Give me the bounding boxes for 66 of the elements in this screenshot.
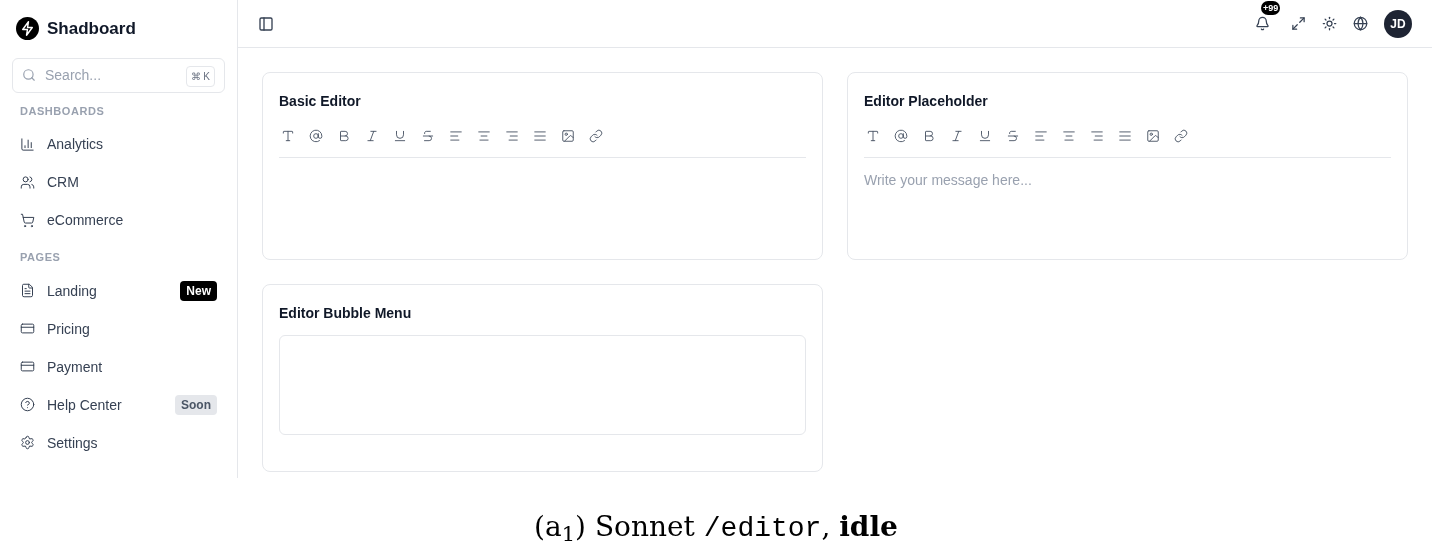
card-title: Editor Placeholder bbox=[864, 92, 989, 111]
placeholder-text: Write your message here... bbox=[864, 172, 1032, 188]
strikethrough-icon bbox=[421, 129, 435, 143]
link-button[interactable] bbox=[587, 127, 605, 145]
users-icon bbox=[20, 174, 35, 190]
at-sign-icon bbox=[894, 129, 908, 143]
align-center-icon bbox=[477, 129, 491, 143]
align-justify-icon bbox=[1118, 129, 1132, 143]
nav-item[interactable]: Analytics bbox=[12, 125, 225, 163]
settings-icon bbox=[20, 435, 35, 450]
align-right-icon bbox=[505, 129, 519, 143]
align-right-icon bbox=[1090, 129, 1104, 143]
card-icon bbox=[20, 359, 35, 374]
nav-item[interactable]: Pricing bbox=[12, 309, 225, 348]
search-icon bbox=[22, 67, 36, 82]
card-title: Basic Editor bbox=[279, 92, 362, 111]
section-title: DASHBOARDS bbox=[19, 103, 106, 119]
nav-item[interactable]: eCommerce bbox=[12, 201, 225, 239]
italic-icon bbox=[950, 129, 964, 143]
brand-name: Shadboard bbox=[47, 18, 136, 40]
bold-icon bbox=[922, 129, 936, 143]
section-title: PAGES bbox=[19, 250, 62, 265]
document-icon bbox=[20, 283, 35, 298]
align-justify-icon bbox=[533, 129, 547, 143]
image-button[interactable] bbox=[559, 127, 577, 145]
align-left-icon bbox=[1034, 129, 1048, 143]
shortcut-hint: ⌘ K bbox=[185, 65, 215, 87]
fullscreen-button[interactable] bbox=[1291, 16, 1306, 31]
link-icon bbox=[589, 129, 603, 143]
language-button[interactable] bbox=[1353, 16, 1368, 31]
image-icon bbox=[561, 129, 575, 143]
badge: New bbox=[180, 280, 217, 301]
nav-item[interactable]: Help Center Soon bbox=[12, 385, 225, 424]
text-icon bbox=[866, 129, 880, 143]
image-icon bbox=[1146, 129, 1160, 143]
at-sign-button[interactable] bbox=[892, 127, 910, 145]
italic-icon bbox=[365, 129, 379, 143]
figure-caption: (a$_{1}$) Sonnet /editor, idle bbox=[534, 509, 898, 544]
link-button[interactable] bbox=[1172, 127, 1190, 145]
sidebar-toggle-button[interactable] bbox=[258, 15, 274, 32]
at-sign-button[interactable] bbox=[307, 127, 325, 145]
align-center-icon bbox=[1062, 129, 1076, 143]
nav-item[interactable]: CRM bbox=[12, 163, 225, 201]
notification-count: +99 bbox=[1261, 0, 1281, 15]
avatar-button[interactable]: JD bbox=[1384, 9, 1412, 38]
link-icon bbox=[1174, 129, 1188, 143]
bold-icon bbox=[337, 129, 351, 143]
strikethrough-icon bbox=[1006, 129, 1020, 143]
theme-button[interactable] bbox=[1322, 16, 1337, 31]
card-title: Editor Bubble Menu bbox=[279, 304, 413, 323]
bar-chart-icon bbox=[20, 136, 35, 152]
nav-item[interactable]: Settings bbox=[12, 423, 225, 462]
underline-icon bbox=[393, 129, 407, 143]
cart-icon bbox=[20, 212, 35, 228]
align-left-icon bbox=[449, 129, 463, 143]
at-sign-icon bbox=[309, 129, 323, 143]
nav-item[interactable]: Landing New bbox=[12, 271, 225, 310]
text-icon bbox=[281, 129, 295, 143]
logo-icon bbox=[16, 17, 39, 41]
image-button[interactable] bbox=[1144, 127, 1162, 145]
badge: Soon bbox=[175, 394, 217, 415]
notifications-button[interactable] bbox=[1253, 14, 1271, 33]
card-icon bbox=[20, 321, 35, 336]
underline-icon bbox=[978, 129, 992, 143]
nav-item[interactable]: Payment bbox=[12, 347, 225, 386]
help-icon bbox=[20, 397, 35, 412]
